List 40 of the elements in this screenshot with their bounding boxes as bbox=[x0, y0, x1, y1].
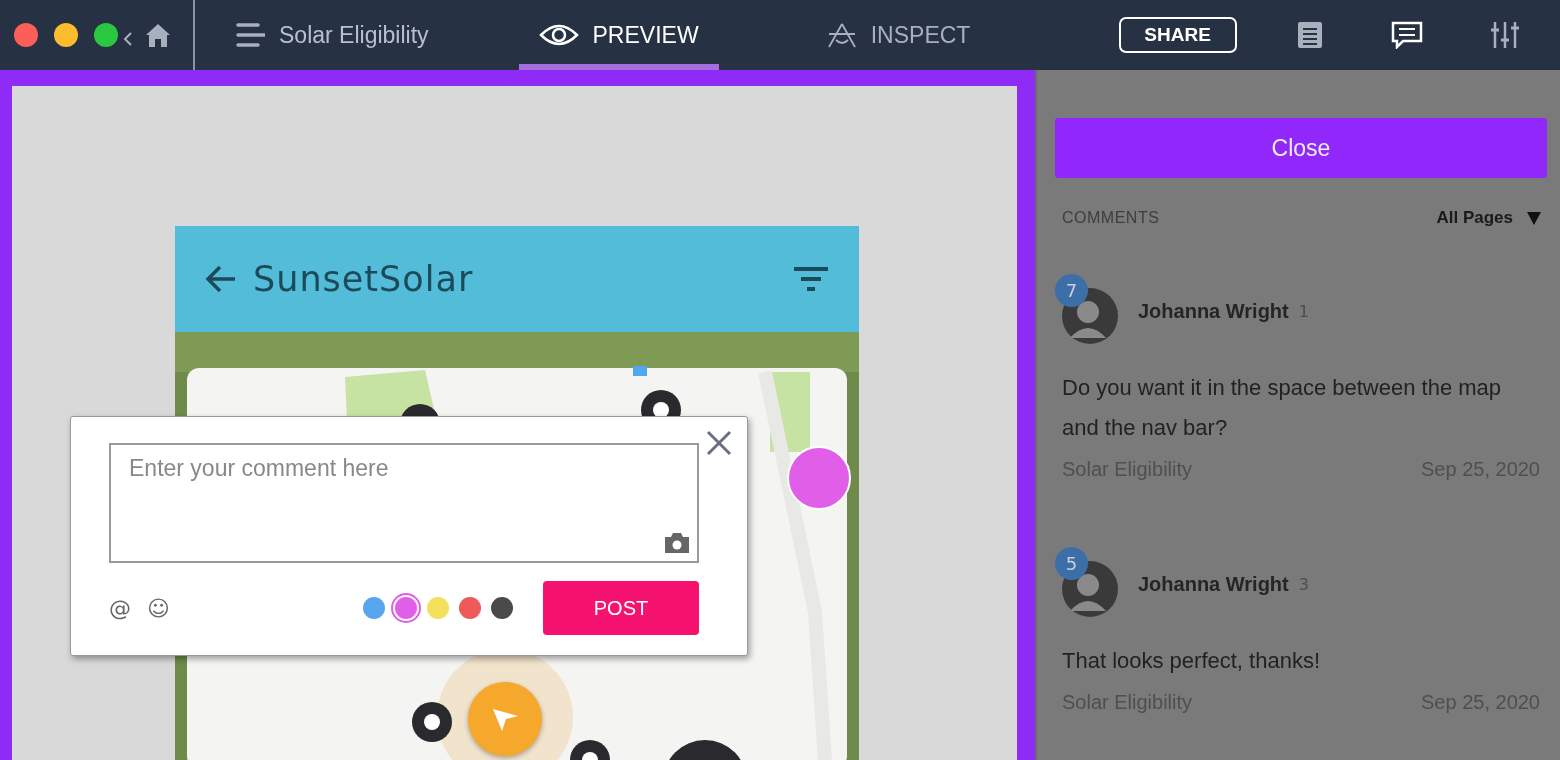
compass-icon bbox=[826, 22, 857, 48]
color-swatch[interactable] bbox=[491, 597, 513, 619]
color-swatch[interactable] bbox=[395, 597, 417, 619]
app-title: SunsetSolar bbox=[253, 259, 475, 299]
back-arrow-icon[interactable] bbox=[205, 264, 237, 294]
sliders-icon[interactable] bbox=[1490, 20, 1519, 50]
tab-label: PREVIEW bbox=[592, 21, 699, 49]
window-control-icon[interactable] bbox=[13, 22, 39, 48]
mention-button[interactable]: @ bbox=[109, 595, 131, 621]
comment-text: Do you want it in the space between the map and the nav bar? bbox=[1062, 374, 1503, 442]
share-button[interactable]: SHARE bbox=[1118, 17, 1237, 53]
author-name: Johanna Wright bbox=[1138, 299, 1289, 323]
tab-label: INSPECT bbox=[870, 21, 971, 49]
color-swatch[interactable] bbox=[427, 597, 449, 619]
menu-icon[interactable] bbox=[235, 22, 265, 48]
close-icon[interactable] bbox=[705, 429, 733, 457]
camera-icon[interactable] bbox=[663, 531, 691, 555]
comment-number-badge: 5 bbox=[1055, 547, 1088, 580]
comment-number-badge: 7 bbox=[1055, 274, 1088, 307]
tab[interactable]: INSPECT bbox=[798, 0, 999, 70]
author-name: Johanna Wright bbox=[1138, 572, 1289, 596]
filter-icon[interactable] bbox=[793, 266, 829, 292]
window-control-icon[interactable] bbox=[93, 22, 119, 48]
comment-input-field[interactable]: Enter your comment here bbox=[109, 443, 699, 563]
comment-text: That looks perfect, thanks! bbox=[1062, 647, 1322, 675]
comments-heading: COMMENTS bbox=[1062, 209, 1160, 227]
window-control-icon[interactable] bbox=[53, 22, 79, 48]
document-icon[interactable] bbox=[1296, 21, 1323, 49]
post-button[interactable]: POST bbox=[543, 581, 699, 635]
caret-icon bbox=[1527, 211, 1541, 225]
comment-icon[interactable] bbox=[1390, 21, 1423, 49]
emoji-button[interactable]: ☺ bbox=[147, 595, 170, 621]
project-title: Solar Eligibility bbox=[279, 21, 429, 49]
color-swatch[interactable] bbox=[363, 597, 385, 619]
eye-icon bbox=[538, 23, 579, 47]
home-icon[interactable] bbox=[145, 22, 171, 48]
color-swatch[interactable] bbox=[459, 597, 481, 619]
close-button[interactable]: Close bbox=[1055, 118, 1547, 178]
page-filter-dropdown[interactable]: All Pages bbox=[1436, 208, 1541, 228]
back-chevron-icon[interactable] bbox=[123, 31, 133, 47]
